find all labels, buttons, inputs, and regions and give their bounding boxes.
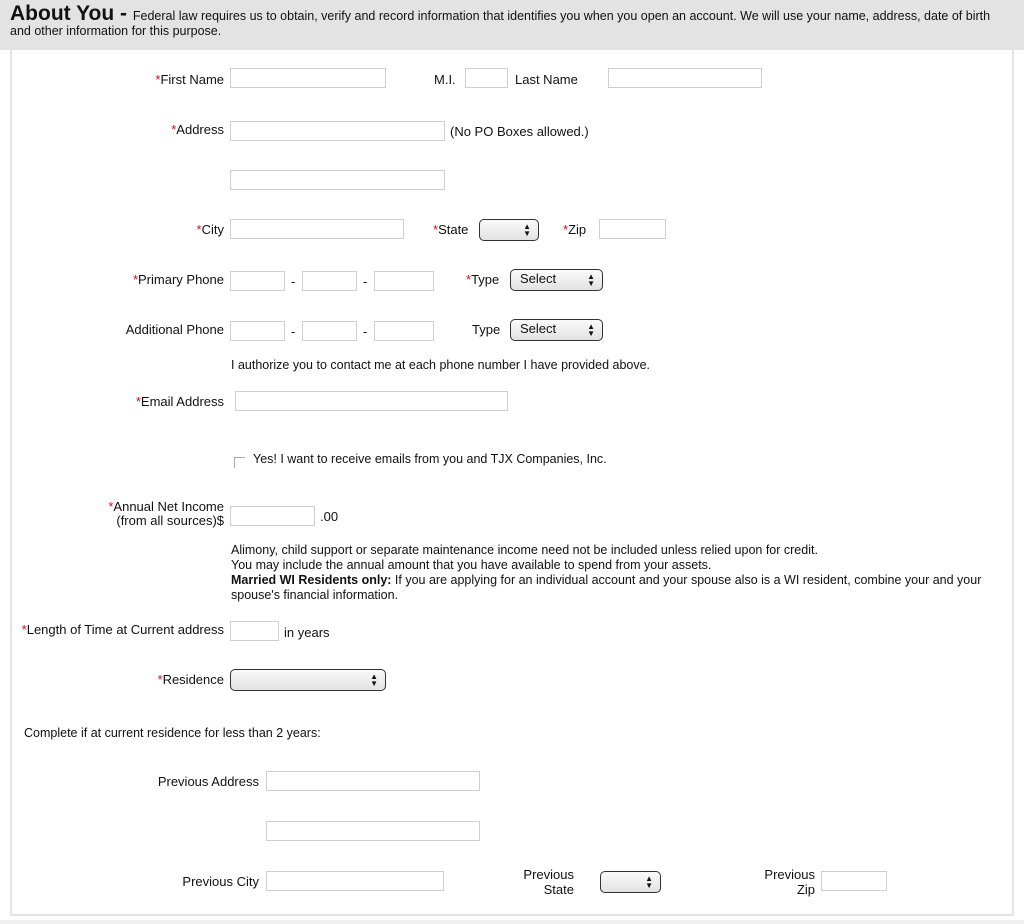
additional-phone-prefix-input[interactable] bbox=[302, 321, 357, 341]
last-name-label: Last Name bbox=[515, 72, 578, 87]
income-input[interactable] bbox=[230, 506, 315, 526]
city-label: *City bbox=[196, 222, 224, 237]
previous-address-label: Previous Address bbox=[157, 774, 259, 789]
primary-phone-area-input[interactable] bbox=[230, 271, 285, 291]
mi-label: M.I. bbox=[434, 72, 456, 87]
email-label: *Email Address bbox=[135, 394, 224, 409]
state-select[interactable]: ▲ ▼ bbox=[479, 219, 539, 241]
additional-phone-type-select[interactable]: Select ▲ ▼ bbox=[510, 319, 603, 341]
select-arrows-icon: ▲ ▼ bbox=[645, 874, 653, 890]
phone-separator: - bbox=[363, 274, 368, 289]
bottom-divider bbox=[0, 920, 1024, 924]
first-name-label: *First Name bbox=[155, 72, 224, 87]
residence-select[interactable]: ▲ ▼ bbox=[230, 669, 386, 691]
previous-zip-label: Previous Zip bbox=[764, 867, 815, 897]
previous-zip-input[interactable] bbox=[821, 871, 887, 891]
primary-phone-type-label: *Type bbox=[466, 272, 500, 287]
first-name-input[interactable] bbox=[230, 68, 386, 88]
email-optin-checkbox[interactable] bbox=[234, 457, 245, 468]
previous-address-line1-input[interactable] bbox=[266, 771, 480, 791]
zip-label: *Zip bbox=[563, 222, 587, 237]
email-input[interactable] bbox=[235, 391, 508, 411]
section-title: About You bbox=[10, 2, 115, 25]
city-input[interactable] bbox=[230, 219, 404, 239]
previous-state-select[interactable]: ▲ ▼ bbox=[600, 871, 661, 893]
income-note-wi: Married WI Residents only: If you are ap… bbox=[231, 573, 982, 602]
primary-phone-prefix-input[interactable] bbox=[302, 271, 357, 291]
previous-address-line2-input[interactable] bbox=[266, 821, 480, 841]
additional-phone-type-label: Type bbox=[472, 322, 501, 337]
phone-separator: - bbox=[291, 324, 296, 339]
state-label: *State bbox=[433, 222, 469, 237]
last-name-input[interactable] bbox=[608, 68, 762, 88]
title-separator: - bbox=[114, 2, 133, 25]
mi-input[interactable] bbox=[465, 68, 508, 88]
section-header: About You - Federal law requires us to o… bbox=[0, 0, 1024, 50]
address-line2-input[interactable] bbox=[230, 170, 445, 190]
income-note-alimony: Alimony, child support or separate maint… bbox=[231, 543, 818, 557]
address-hint: (No PO Boxes allowed.) bbox=[450, 124, 589, 139]
primary-phone-label: *Primary Phone bbox=[132, 272, 224, 287]
email-optin-label[interactable]: Yes! I want to receive emails from you a… bbox=[253, 452, 607, 466]
additional-phone-line-input[interactable] bbox=[374, 321, 434, 341]
address-label: *Address bbox=[171, 122, 224, 137]
previous-city-label: Previous City bbox=[182, 874, 259, 889]
address-line1-input[interactable] bbox=[230, 121, 445, 141]
income-suffix: .00 bbox=[320, 509, 339, 524]
section-description: Federal law requires us to obtain, verif… bbox=[10, 9, 991, 38]
additional-phone-label: Additional Phone bbox=[125, 322, 224, 337]
zip-input[interactable] bbox=[599, 219, 666, 239]
income-notes: Alimony, child support or separate maint… bbox=[231, 543, 1006, 603]
previous-city-input[interactable] bbox=[266, 871, 444, 891]
additional-phone-area-input[interactable] bbox=[230, 321, 285, 341]
select-arrows-icon: ▲ ▼ bbox=[587, 272, 595, 288]
primary-phone-type-select[interactable]: Select ▲ ▼ bbox=[510, 269, 603, 291]
income-label: *Annual Net Income (from all sources)$ bbox=[108, 499, 224, 528]
primary-phone-line-input[interactable] bbox=[374, 271, 434, 291]
previous-address-note: Complete if at current residence for les… bbox=[24, 726, 321, 740]
phone-authorization-text: I authorize you to contact me at each ph… bbox=[231, 358, 651, 372]
length-at-address-input[interactable] bbox=[230, 621, 279, 641]
previous-state-label: Previous State bbox=[523, 867, 574, 897]
residence-label: *Residence bbox=[157, 672, 225, 687]
phone-separator: - bbox=[291, 274, 296, 289]
select-arrows-icon: ▲ ▼ bbox=[587, 322, 595, 338]
income-note-assets: You may include the annual amount that y… bbox=[231, 558, 712, 572]
select-arrows-icon: ▲ ▼ bbox=[523, 222, 531, 238]
section-title-block: About You - Federal law requires us to o… bbox=[10, 3, 1010, 39]
phone-separator: - bbox=[363, 324, 368, 339]
length-at-address-suffix: in years bbox=[284, 625, 330, 640]
length-at-address-label: *Length of Time at Current address bbox=[21, 622, 224, 637]
select-arrows-icon: ▲ ▼ bbox=[370, 672, 378, 688]
